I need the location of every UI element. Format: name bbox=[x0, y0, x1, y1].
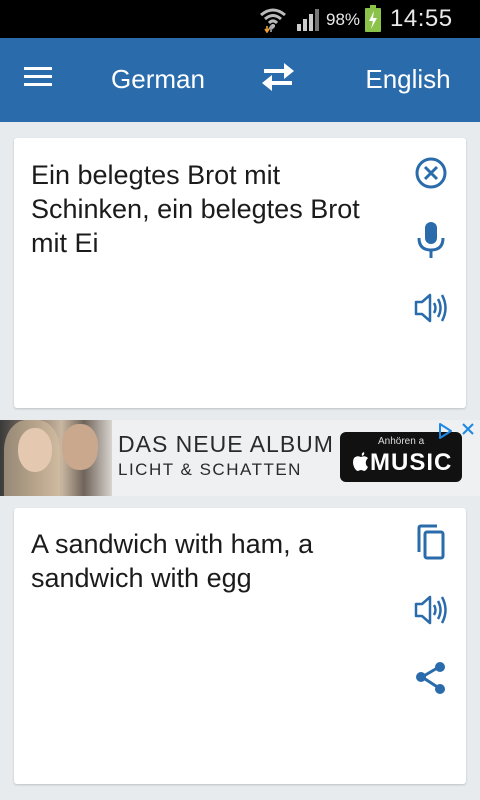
microphone-icon[interactable] bbox=[409, 218, 453, 262]
speaker-icon[interactable] bbox=[409, 286, 453, 330]
ad-subline: LICHT & SCHATTEN bbox=[118, 460, 302, 479]
wifi-icon bbox=[258, 5, 288, 38]
ad-headline: DAS NEUE ALBUM bbox=[118, 431, 334, 457]
menu-icon[interactable] bbox=[22, 64, 62, 96]
ad-badge-caption: Anhören a bbox=[378, 436, 425, 447]
source-text[interactable]: Ein belegtes Brot mit Schinken, ein bele… bbox=[31, 158, 401, 260]
battery-charging-icon bbox=[364, 5, 382, 38]
clear-icon[interactable] bbox=[409, 151, 453, 195]
ad-photo bbox=[0, 420, 112, 496]
output-card: A sandwich with ham, a sandwich with egg bbox=[14, 508, 466, 784]
source-language-button[interactable]: German bbox=[96, 64, 220, 95]
battery-percent: 98% bbox=[326, 10, 361, 29]
swap-languages-icon[interactable] bbox=[258, 60, 306, 100]
apple-logo-icon bbox=[352, 450, 370, 478]
ad-badge-label: MUSIC bbox=[370, 449, 453, 476]
app-bar: German English bbox=[0, 38, 480, 122]
input-card: Ein belegtes Brot mit Schinken, ein bele… bbox=[14, 138, 466, 408]
close-icon[interactable] bbox=[458, 420, 478, 440]
ad-choices-icon[interactable] bbox=[436, 422, 454, 440]
target-language-button[interactable]: English bbox=[348, 64, 468, 95]
status-bar: 98% 14:55 bbox=[0, 0, 480, 38]
share-icon[interactable] bbox=[409, 656, 453, 700]
clock: 14:55 bbox=[390, 5, 453, 32]
speaker-icon[interactable] bbox=[409, 588, 453, 632]
translated-text: A sandwich with ham, a sandwich with egg bbox=[31, 529, 314, 593]
signal-icon bbox=[296, 6, 324, 37]
ad-banner[interactable]: DAS NEUE ALBUM LICHT & SCHATTEN Anhören … bbox=[0, 420, 480, 496]
copy-icon[interactable] bbox=[409, 520, 453, 564]
